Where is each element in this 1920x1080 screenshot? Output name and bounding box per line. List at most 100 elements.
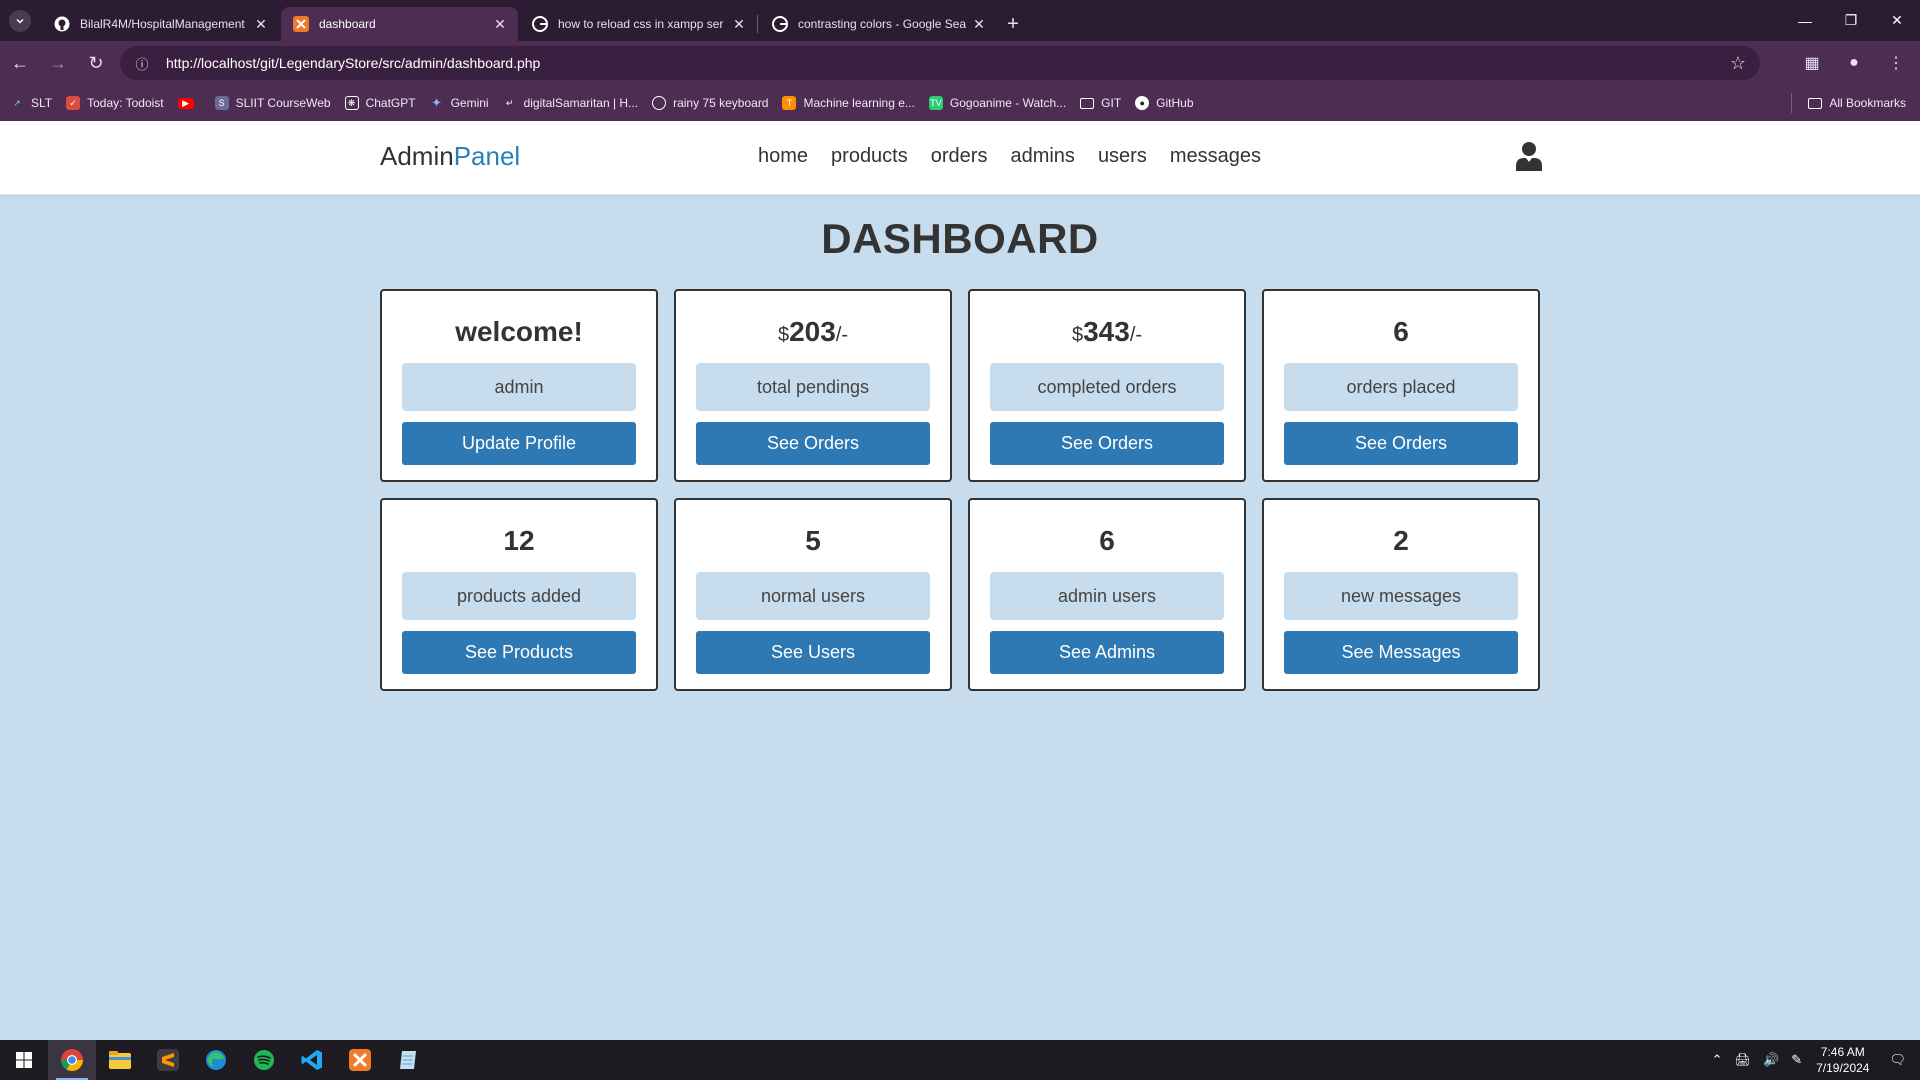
browser-tab-google-1[interactable]: how to reload css in xampp ser ✕	[520, 7, 757, 41]
os-taskbar: ⌃ 🖨 🔊 ✎ 7:46 AM 7/19/2024 🗨	[0, 1040, 1920, 1080]
sliit-icon: S	[214, 96, 229, 110]
minimize-icon[interactable]: —	[1782, 0, 1828, 41]
xampp-icon	[293, 16, 309, 32]
google-icon	[532, 16, 548, 32]
close-window-icon[interactable]: ✕	[1874, 0, 1920, 41]
nav-users[interactable]: users	[1098, 145, 1147, 168]
browser-tab-github[interactable]: BilalR4M/HospitalManagement ✕	[42, 7, 279, 41]
bookmark-item[interactable]: T Machine learning e...	[782, 96, 915, 110]
bookmark-item[interactable]: ↵ digitalSamaritan | H...	[503, 96, 638, 110]
bookmark-item[interactable]: ❋ ChatGPT	[344, 96, 416, 110]
page-title: DASHBOARD	[821, 215, 1099, 262]
chrome-icon[interactable]	[48, 1040, 96, 1080]
edge-icon[interactable]	[192, 1040, 240, 1080]
card-value: 6	[1393, 316, 1409, 347]
restore-icon[interactable]: ❐	[1828, 0, 1874, 41]
network-icon[interactable]: 🖨	[1734, 1052, 1751, 1068]
card-value: $343/-	[1071, 316, 1143, 347]
notepad-icon[interactable]	[384, 1040, 432, 1080]
todoist-icon: ✓	[66, 96, 81, 110]
spotify-icon[interactable]	[240, 1040, 288, 1080]
extensions-icon[interactable]: ▦	[1794, 45, 1830, 81]
window-controls: — ❐ ✕	[1782, 0, 1920, 41]
reload-icon[interactable]: ↻	[78, 45, 114, 81]
tab-title: dashboard	[319, 17, 376, 31]
close-tab-icon[interactable]: ✕	[492, 16, 508, 32]
nav-admins[interactable]: admins	[1010, 145, 1074, 168]
update-profile-button[interactable]: Update Profile	[402, 422, 636, 465]
bookmark-item[interactable]: ▶	[177, 97, 201, 109]
toolbar-actions: ▦ ● ⋮	[1794, 45, 1920, 81]
browser-tab-dashboard[interactable]: dashboard ✕	[281, 7, 518, 41]
see-admins-button[interactable]: See Admins	[990, 631, 1224, 674]
bookmark-item[interactable]: ↗ SLT	[10, 96, 52, 110]
card-welcome: welcome! admin Update Profile	[380, 289, 658, 482]
site-logo[interactable]: AdminPanel	[380, 141, 520, 172]
bookmark-item[interactable]: ● GitHub	[1135, 96, 1194, 110]
see-messages-button[interactable]: See Messages	[1284, 631, 1518, 674]
nav-home[interactable]: home	[758, 145, 808, 168]
bookmark-item[interactable]: ✦ Gemini	[430, 95, 488, 110]
pen-icon[interactable]: ✎	[1791, 1052, 1802, 1068]
card-value: 5	[805, 525, 821, 556]
card-label: orders placed	[1284, 363, 1518, 411]
card-value: welcome!	[455, 316, 583, 347]
close-tab-icon[interactable]: ✕	[971, 16, 987, 32]
forward-arrow-icon[interactable]: →	[40, 45, 76, 81]
nav-products[interactable]: products	[831, 145, 908, 168]
bookmark-folder[interactable]: GIT	[1080, 96, 1121, 110]
main-nav: home products orders admins users messag…	[758, 145, 1284, 168]
file-explorer-icon[interactable]	[96, 1040, 144, 1080]
see-users-button[interactable]: See Users	[696, 631, 930, 674]
new-tab-button[interactable]: +	[997, 7, 1029, 41]
close-tab-icon[interactable]: ✕	[253, 16, 269, 32]
system-clock[interactable]: 7:46 AM 7/19/2024	[1816, 1044, 1869, 1076]
vscode-icon[interactable]	[288, 1040, 336, 1080]
bookmark-item[interactable]: rainy 75 keyboard	[652, 96, 768, 110]
card-products-added: 12 products added See Products	[380, 498, 658, 691]
tab-search-button[interactable]	[0, 0, 40, 41]
back-arrow-icon[interactable]: ←	[2, 45, 38, 81]
address-bar[interactable]: ⓘ http://localhost/git/LegendaryStore/sr…	[120, 46, 1760, 80]
slt-icon: ↗	[13, 97, 21, 108]
card-label: completed orders	[990, 363, 1224, 411]
chevron-up-icon[interactable]: ⌃	[1712, 1052, 1723, 1068]
tab-title: contrasting colors - Google Sea	[798, 17, 967, 31]
nav-messages[interactable]: messages	[1170, 145, 1261, 168]
notifications-icon[interactable]: 🗨	[1889, 1052, 1906, 1068]
browser-menu-icon[interactable]: ⋮	[1878, 45, 1914, 81]
close-tab-icon[interactable]: ✕	[731, 16, 747, 32]
windows-start-icon[interactable]	[0, 1040, 48, 1080]
card-value: 12	[503, 525, 535, 556]
see-orders-button[interactable]: See Orders	[990, 422, 1224, 465]
sublime-text-icon[interactable]	[144, 1040, 192, 1080]
xampp-icon[interactable]	[336, 1040, 384, 1080]
site-header: AdminPanel home products orders admins u…	[0, 121, 1920, 195]
bookmark-item[interactable]: ✓ Today: Todoist	[66, 96, 164, 110]
google-icon	[772, 16, 788, 32]
bookmark-item[interactable]: S SLIIT CourseWeb	[214, 96, 331, 110]
address-url: http://localhost/git/LegendaryStore/src/…	[166, 55, 541, 71]
user-icon[interactable]	[1516, 141, 1542, 171]
see-orders-button[interactable]: See Orders	[696, 422, 930, 465]
profile-avatar-icon[interactable]: ●	[1836, 45, 1872, 81]
nav-orders[interactable]: orders	[931, 145, 988, 168]
card-admin-users: 6 admin users See Admins	[968, 498, 1246, 691]
folder-icon	[1808, 97, 1823, 109]
site-info-icon[interactable]: ⓘ	[132, 53, 152, 73]
tab-title: BilalR4M/HospitalManagement	[80, 17, 245, 31]
browser-tab-google-2[interactable]: contrasting colors - Google Sea ✕	[760, 7, 997, 41]
card-label: normal users	[696, 572, 930, 620]
all-bookmarks[interactable]: All Bookmarks	[1791, 85, 1906, 121]
bookmark-item[interactable]: TV Gogoanime - Watch...	[928, 96, 1066, 110]
globe-icon	[652, 96, 667, 110]
card-value: $203/-	[777, 316, 849, 347]
volume-icon[interactable]: 🔊	[1763, 1052, 1779, 1068]
browser-tabstrip: BilalR4M/HospitalManagement ✕ dashboard …	[0, 0, 1920, 41]
bookmarks-bar: ↗ SLT ✓ Today: Todoist ▶ S SLIIT CourseWeb …	[0, 85, 1920, 121]
bookmark-star-icon[interactable]: ☆	[1730, 53, 1746, 74]
see-products-button[interactable]: See Products	[402, 631, 636, 674]
github-icon	[54, 16, 70, 32]
digitalsamaritan-icon: ↵	[505, 97, 514, 108]
see-orders-button[interactable]: See Orders	[1284, 422, 1518, 465]
